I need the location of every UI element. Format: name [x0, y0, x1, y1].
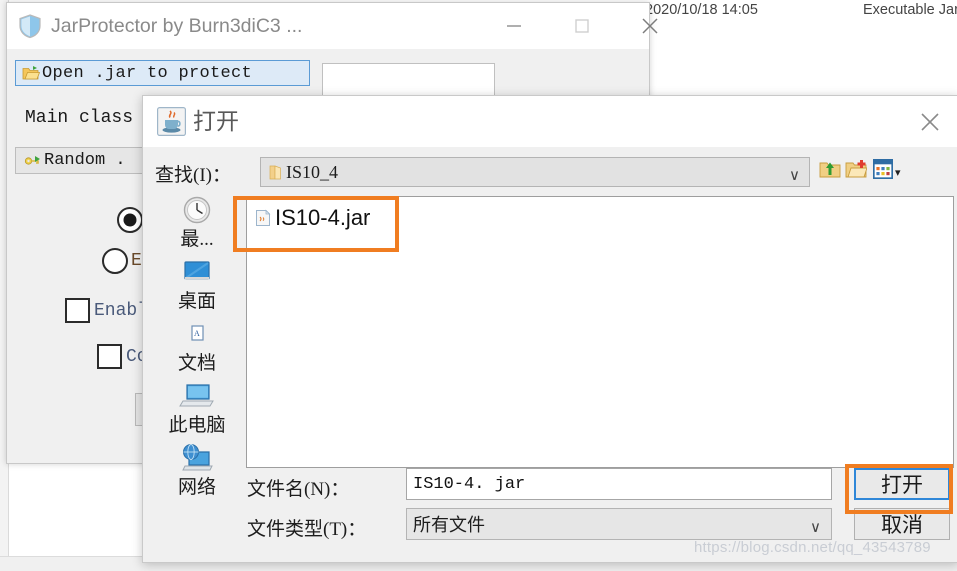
open-folder-icon	[22, 66, 40, 80]
explorer-file-row: 2020/10/18 14:05 Executable Jar Fil	[645, 2, 957, 24]
java-coffee-icon	[157, 107, 186, 136]
dialog-title-bar: 打开	[143, 96, 957, 147]
watermark-text: https://blog.csdn.net/qq_43543789	[694, 539, 931, 556]
place-network[interactable]: 网络	[153, 442, 241, 504]
desktop-icon	[180, 256, 214, 290]
place-recent[interactable]: 最...	[153, 194, 241, 256]
maximize-button[interactable]	[559, 3, 605, 49]
main-class-label: Main class	[25, 108, 134, 128]
place-desktop[interactable]: 桌面	[153, 256, 241, 318]
dialog-close-button[interactable]	[901, 96, 957, 147]
checkbox-indicator	[65, 298, 90, 323]
random-button[interactable]: Random .	[15, 147, 150, 174]
file-list-item-label: IS10-4.jar	[275, 205, 371, 230]
place-documents[interactable]: A 文档	[153, 318, 241, 380]
recent-clock-icon	[180, 194, 214, 228]
app-title-text: JarProtector by Burn3diC3 ...	[51, 15, 303, 37]
filename-input[interactable]: IS10-4. jar	[406, 468, 832, 500]
close-icon	[920, 112, 939, 131]
shield-icon	[19, 14, 41, 39]
open-button[interactable]: 打开	[854, 468, 950, 500]
chevron-down-icon: ∨	[810, 520, 821, 536]
maximize-icon	[575, 19, 589, 33]
documents-icon: A	[180, 318, 214, 352]
view-mode-dropdown-arrow[interactable]: ▾	[895, 166, 901, 179]
java-open-file-dialog: 打开 查找(I)： IS10_4 ∨ ▾ 最... 桌面 A 文档 此电脑 网络…	[142, 95, 957, 563]
network-icon	[179, 442, 215, 476]
open-button-label: 打开	[881, 473, 923, 497]
svg-text:A: A	[194, 329, 200, 338]
cancel-button[interactable]: 取消	[854, 508, 950, 540]
up-folder-icon[interactable]	[819, 158, 841, 180]
look-in-combobox[interactable]: IS10_4 ∨	[260, 157, 810, 187]
chevron-down-icon: ∨	[789, 167, 800, 184]
filename-label: 文件名(N)：	[247, 479, 350, 500]
random-label: Random .	[44, 151, 126, 170]
radio-indicator	[117, 207, 143, 233]
dialog-title-text: 打开	[193, 108, 239, 134]
close-icon	[642, 18, 658, 34]
place-desktop-label: 桌面	[177, 291, 216, 312]
open-jar-to-protect-button[interactable]: Open .jar to protect	[15, 60, 310, 86]
this-pc-icon	[179, 380, 215, 414]
open-jar-label: Open .jar to protect	[42, 63, 253, 83]
checkbox-option-1-label: Enabl	[94, 300, 149, 321]
file-list-item[interactable]: IS10-4.jar	[255, 203, 370, 233]
app-title-bar: JarProtector by Burn3diC3 ...	[7, 3, 658, 50]
radio-indicator	[102, 248, 128, 274]
filetype-label: 文件类型(T)：	[247, 519, 367, 540]
explorer-type-cell: Executable Jar Fil	[863, 2, 957, 18]
filename-input-value: IS10-4. jar	[413, 474, 526, 494]
new-folder-icon[interactable]	[845, 158, 867, 180]
place-recent-label: 最...	[180, 229, 214, 250]
place-documents-label: 文档	[177, 353, 216, 374]
jar-file-icon	[256, 209, 271, 226]
place-this-pc[interactable]: 此电脑	[153, 380, 241, 442]
checkbox-indicator	[97, 344, 122, 369]
look-in-label: 查找(I)：	[155, 165, 231, 186]
jar-path-input[interactable]	[322, 63, 495, 96]
checkbox-option-2[interactable]: Co	[97, 344, 148, 369]
key-arrow-icon	[24, 155, 40, 165]
folder-icon	[269, 165, 281, 179]
minimize-button[interactable]	[491, 3, 537, 49]
place-network-label: 网络	[177, 477, 216, 498]
checkbox-option-1[interactable]: Enabl	[65, 298, 148, 323]
filetype-value: 所有文件	[413, 515, 485, 535]
cancel-button-label: 取消	[881, 513, 923, 537]
look-in-value: IS10_4	[286, 161, 339, 182]
minimize-icon	[507, 25, 521, 27]
place-this-pc-label: 此电脑	[168, 415, 226, 436]
places-sidebar: 最... 桌面 A 文档 此电脑 网络	[153, 194, 241, 499]
filetype-combobox[interactable]: 所有文件 ∨	[406, 508, 832, 540]
view-mode-icon[interactable]	[873, 159, 893, 179]
file-list-panel[interactable]: IS10-4.jar	[246, 196, 954, 468]
close-button[interactable]	[627, 3, 673, 49]
